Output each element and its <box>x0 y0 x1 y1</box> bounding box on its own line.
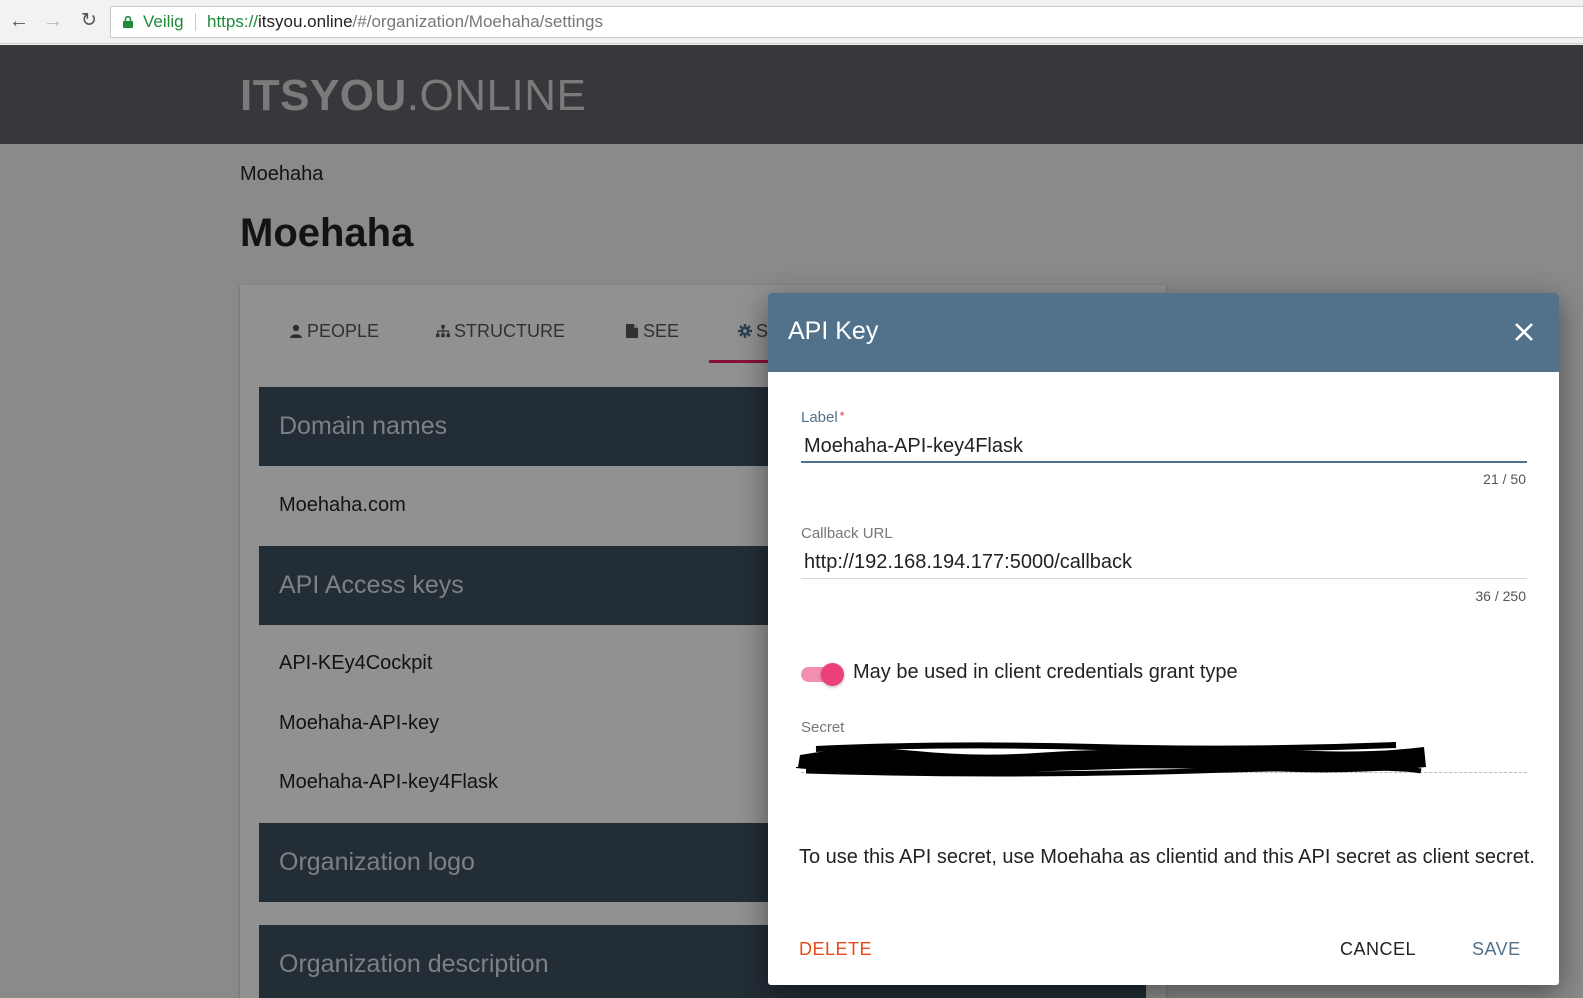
label-input[interactable] <box>801 430 1527 462</box>
toggle-thumb <box>821 663 844 686</box>
save-button[interactable]: SAVE <box>1472 939 1521 960</box>
address-separator <box>195 13 196 31</box>
required-mark: * <box>839 409 845 423</box>
url-path: /#/organization/Moehaha/settings <box>352 12 603 31</box>
reload-icon[interactable]: ↻ <box>76 8 102 34</box>
label-field-label: Label * <box>801 409 844 426</box>
delete-button[interactable]: DELETE <box>799 939 872 960</box>
label-input-underline <box>801 461 1527 463</box>
callback-url-input[interactable] <box>801 546 1527 578</box>
url-scheme: https:// <box>207 12 259 31</box>
lock-icon <box>123 16 133 28</box>
help-text: To use this API secret, use Moehaha as c… <box>799 846 1535 868</box>
label-field-label-text: Label <box>801 409 838 426</box>
secure-label: Veilig <box>143 12 184 31</box>
address-bar[interactable]: Veilig https://itsyou.online/#/organizat… <box>110 6 1583 38</box>
secret-redaction-scribble <box>796 742 1426 777</box>
dialog-header: API Key <box>768 293 1559 372</box>
forward-arrow-icon[interactable]: → <box>40 8 66 34</box>
close-icon[interactable] <box>1510 318 1538 346</box>
callback-url-underline <box>801 578 1527 579</box>
cancel-button[interactable]: CANCEL <box>1340 939 1416 960</box>
secret-label: Secret <box>801 719 845 736</box>
label-char-counter: 21 / 50 <box>1483 471 1526 487</box>
api-key-dialog: API Key Label* 21 / 50 Callback URL 36 /… <box>768 293 1559 985</box>
url-host: itsyou.online <box>258 12 353 31</box>
client-credentials-label: May be used in client credentials grant … <box>853 661 1238 683</box>
back-arrow-icon[interactable]: ← <box>6 8 32 34</box>
browser-toolbar: ← → ↻ Veilig https://itsyou.online/#/org… <box>0 0 1583 44</box>
dialog-title: API Key <box>788 317 879 345</box>
callback-url-char-counter: 36 / 250 <box>1475 588 1526 604</box>
client-credentials-toggle[interactable] <box>801 663 844 686</box>
url-text[interactable]: https://itsyou.online/#/organization/Moe… <box>207 7 603 37</box>
callback-url-label: Callback URL <box>801 525 893 542</box>
